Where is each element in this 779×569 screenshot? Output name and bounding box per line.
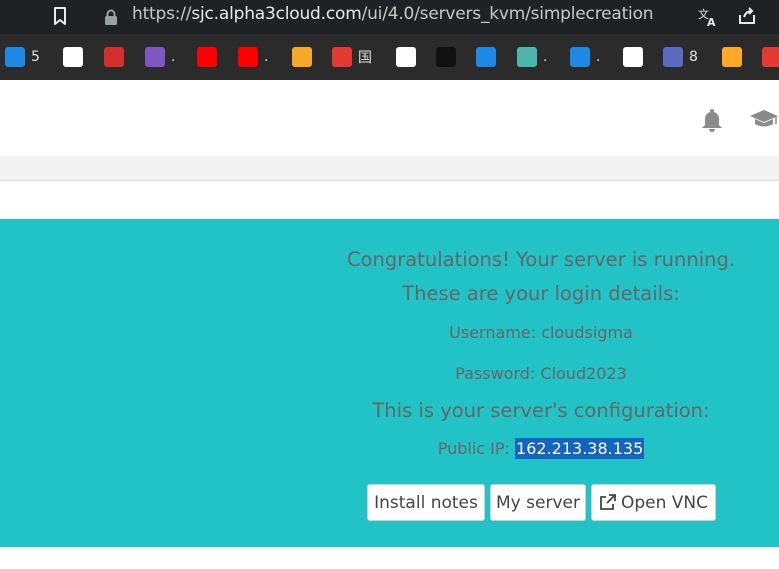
bookmark-item[interactable]: . [145, 47, 175, 67]
tp-logo-icon [476, 47, 496, 67]
magnifier-icon [145, 47, 165, 67]
graduation-cap-icon[interactable] [750, 109, 779, 129]
bookmark-label: 国 [358, 50, 372, 66]
c-logo-icon [663, 47, 683, 67]
flower-icon [623, 47, 643, 67]
bookmark-item[interactable] [63, 47, 83, 67]
open-vnc-label: Open VNC [620, 492, 709, 513]
bookmark-item[interactable] [104, 47, 124, 67]
chart-logo-icon [762, 47, 779, 67]
red-logo-icon [104, 47, 124, 67]
bookmark-item[interactable]: 5 [5, 47, 40, 67]
cloud-icon [5, 47, 25, 67]
toolbar-band [0, 156, 779, 181]
github-icon [63, 47, 83, 67]
lock-icon[interactable] [104, 9, 118, 25]
url-path: /ui/4.0/servers_kvm/simplecreation [361, 4, 654, 24]
bookmark-item[interactable] [623, 47, 643, 67]
url-host: sjc.alpha3cloud.com [191, 4, 362, 24]
server-success-panel: Congratulations! Your server is running.… [0, 219, 779, 547]
username-value: cloudsigma [541, 323, 633, 342]
ball-icon [722, 47, 742, 67]
google-icon [396, 47, 416, 67]
public-ip-value[interactable]: 162.213.38.135 [515, 438, 645, 459]
translate-icon[interactable]: 文 A [697, 6, 719, 28]
h-logo-icon [436, 47, 456, 67]
bookmarks-bar: 5.. 国.. 8 [0, 34, 779, 80]
youtube-icon [197, 47, 217, 67]
bookmark-item[interactable] [762, 47, 779, 67]
bookmark-item[interactable] [436, 47, 456, 67]
url-prefix: https:// [132, 4, 192, 24]
browser-address-bar: https://sjc.alpha3cloud.com/ui/4.0/serve… [0, 0, 779, 34]
password-label: Password: [455, 364, 536, 383]
bookmark-item[interactable]: 国 [332, 47, 372, 67]
svg-text:A: A [707, 16, 716, 28]
bookmark-label: 5 [31, 49, 40, 65]
bookmark-item[interactable] [292, 47, 312, 67]
bookmark-label: . [596, 49, 601, 65]
login-details-heading: These are your login details: [402, 282, 680, 305]
bookmark-label: . [543, 49, 548, 65]
cloud-box-icon [570, 47, 590, 67]
bookmark-item[interactable]: . [570, 47, 600, 67]
open-vnc-button[interactable]: Open VNC [591, 484, 716, 521]
share-icon[interactable] [737, 6, 757, 26]
password-value: Cloud2023 [540, 364, 627, 383]
url-field[interactable]: https://sjc.alpha3cloud.com/ui/4.0/serve… [132, 4, 654, 24]
username-line: Username: cloudsigma [300, 323, 779, 342]
bell-icon[interactable] [700, 107, 724, 133]
youtube-icon [238, 47, 258, 67]
star-logo-icon [292, 47, 312, 67]
password-line: Password: Cloud2023 [300, 364, 779, 383]
public-ip-line: Public IP: 162.213.38.135 [300, 438, 779, 459]
bookmark-item[interactable]: . [238, 47, 268, 67]
bookmark-item[interactable] [722, 47, 742, 67]
bookmark-item[interactable]: 8 [663, 47, 698, 67]
page-header [0, 80, 779, 156]
bookmark-item[interactable] [197, 47, 217, 67]
bookmark-item[interactable] [396, 47, 416, 67]
config-heading: This is your server's configuration: [372, 399, 710, 422]
congrats-heading: Congratulations! Your server is running. [346, 248, 736, 271]
install-notes-button[interactable]: Install notes [367, 484, 485, 521]
bookmark-label: 8 [689, 49, 698, 65]
public-ip-label: Public IP: [437, 439, 510, 458]
external-link-icon [600, 494, 616, 510]
bookmark-label: . [264, 49, 269, 65]
bookmark-item[interactable]: . [517, 47, 547, 67]
username-label: Username: [449, 323, 537, 342]
my-server-button[interactable]: My server [490, 484, 586, 521]
mountain-icon [517, 47, 537, 67]
bookmark-icon[interactable] [50, 6, 70, 26]
chinese-logo-icon [332, 47, 352, 67]
bookmark-label: . [171, 49, 176, 65]
bookmark-item[interactable] [476, 47, 496, 67]
